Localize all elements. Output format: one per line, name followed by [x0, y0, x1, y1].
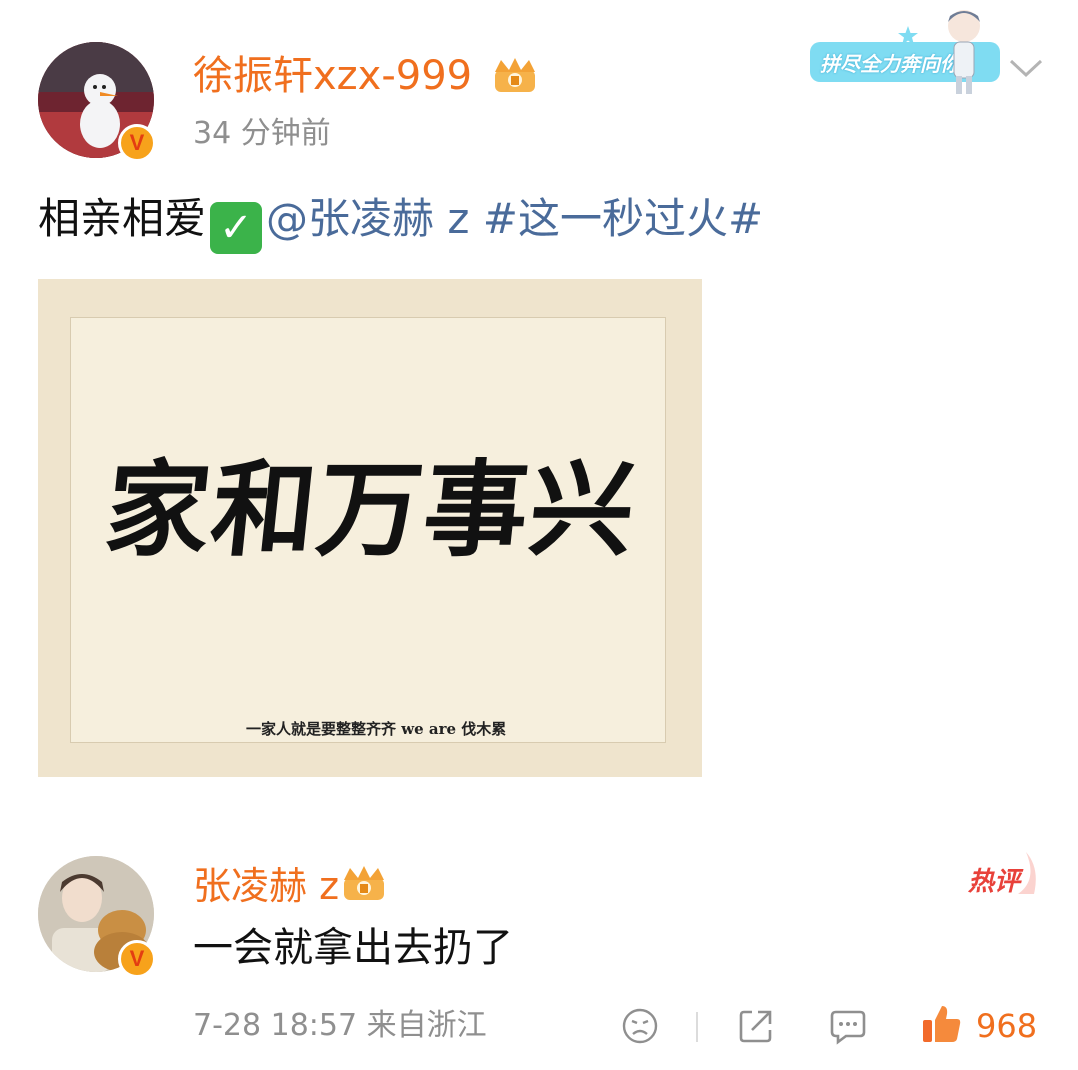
- author-name[interactable]: 徐振轩xzx-999: [193, 52, 472, 100]
- comment-icon[interactable]: [828, 1006, 868, 1046]
- post-content: 相亲相爱 ✓ @张凌赫 z #这一秒过火#: [38, 192, 763, 254]
- mention-link[interactable]: @张凌赫 z: [266, 194, 469, 243]
- share-icon[interactable]: [736, 1006, 776, 1046]
- comment-meta: 7-28 18:57 来自浙江: [193, 1008, 487, 1043]
- comment-text: 一会就拿出去扔了: [193, 925, 513, 971]
- check-mark-emoji-icon: ✓: [210, 202, 263, 254]
- thumbs-up-icon[interactable]: [920, 1002, 964, 1046]
- verified-badge-icon: V: [118, 940, 156, 978]
- hashtag-link[interactable]: #这一秒过火#: [483, 194, 763, 243]
- weibo-post-page: V 徐振轩xzx-999 34 分钟前 拼尽全力奔向你 相亲相爱 ✓ @张凌赫 z …: [0, 0, 1078, 1070]
- image-caption: 一家人就是要整整齐齐 we are 伐木累: [246, 720, 507, 738]
- sad-face-icon[interactable]: [620, 1006, 660, 1046]
- chevron-down-icon[interactable]: [1008, 56, 1044, 80]
- action-divider: [696, 1012, 698, 1042]
- commenter-name[interactable]: 张凌赫 z: [193, 862, 339, 910]
- post-text: 相亲相爱: [38, 194, 207, 243]
- like-count: 968: [976, 1007, 1038, 1045]
- post-timestamp: 34 分钟前: [193, 116, 331, 151]
- vip-crown-icon: [495, 58, 535, 92]
- verified-badge-icon: V: [118, 124, 156, 162]
- post-image[interactable]: 家和万事兴 一家人就是要整整齐齐 we are 伐木累: [38, 279, 702, 777]
- vip-crown-icon: [344, 866, 384, 900]
- decoration-sticker: 拼尽全力奔向你: [806, 4, 1002, 96]
- hot-comment-badge: 热评: [968, 867, 1021, 897]
- calligraphy-text: 家和万事兴: [99, 448, 643, 571]
